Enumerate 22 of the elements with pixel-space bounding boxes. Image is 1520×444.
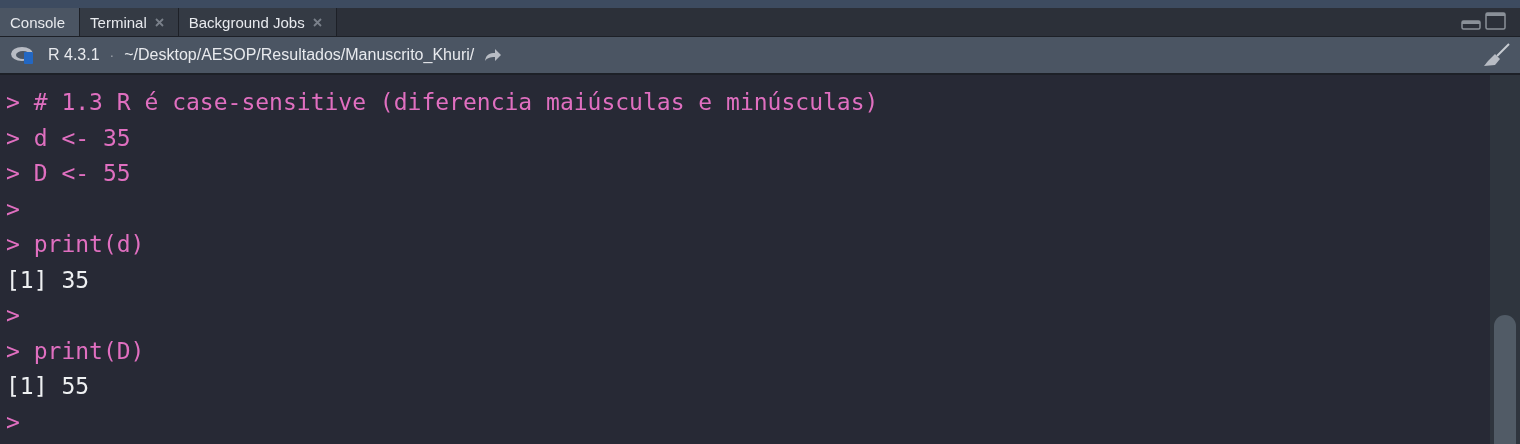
broom-icon[interactable]	[1482, 43, 1510, 67]
minimize-icon[interactable]	[1461, 20, 1481, 30]
console-output-line: [1] 35	[6, 265, 91, 295]
go-to-directory-icon[interactable]	[484, 48, 503, 62]
console-input-line: >	[6, 301, 21, 330]
console-input-line: > # 1.3 R é case-sensitive (diferencia maiúsculas e minúsculas)	[6, 88, 880, 117]
console-input-line: > print(D)	[6, 336, 146, 366]
scrollbar-thumb[interactable]	[1494, 315, 1516, 444]
maximize-icon[interactable]	[1485, 12, 1506, 30]
console-input-line: > print(d)	[6, 230, 146, 259]
tab[interactable]: Console	[0, 8, 81, 36]
tab[interactable]: Background Jobs	[178, 8, 337, 36]
tab[interactable]: Terminal	[80, 8, 179, 36]
scrollbar[interactable]	[1490, 75, 1520, 444]
console-input-line: > D <- 55	[6, 159, 132, 188]
separator-dot: ·	[109, 47, 115, 63]
console-output-line: [1] 55	[6, 372, 91, 401]
console-input-line: > d <- 35	[6, 123, 132, 153]
console-input-line: >	[6, 407, 21, 437]
console-input-line: >	[6, 194, 21, 224]
r-version: R 4.3.1	[48, 46, 100, 64]
working-directory-path: ~/Desktop/AESOP/Resultados/Manuscrito_Khuri/	[124, 46, 475, 64]
